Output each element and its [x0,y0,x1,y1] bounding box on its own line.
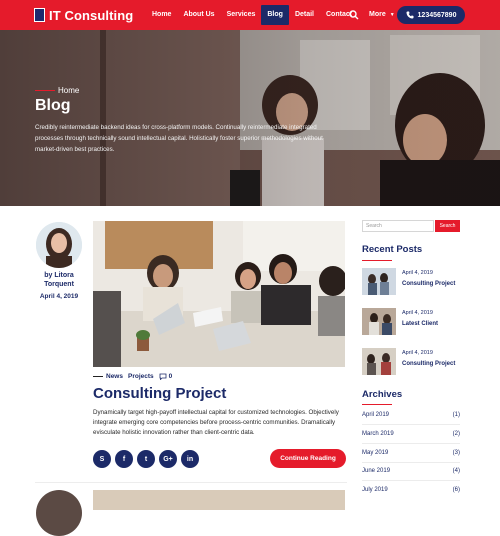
twitter-icon[interactable]: t [137,450,155,468]
skype-icon[interactable]: S [93,450,111,468]
recent-post-text: April 4, 2019 Consulting Project [402,268,455,295]
post-title[interactable]: Consulting Project [93,385,226,402]
archive-count: (2) [452,431,460,437]
recent-post-title[interactable]: Consulting Project [402,281,455,287]
post-image[interactable] [93,221,345,367]
post-divider [35,482,347,483]
chevron-down-icon: ▼ [389,12,395,18]
archive-item[interactable]: May 2019 (3) [362,450,460,456]
recent-post-date: April 4, 2019 [402,350,433,356]
archive-month[interactable]: April 2019 [362,412,389,418]
nav-services[interactable]: Services [221,0,262,30]
archive-count: (4) [452,468,460,474]
phone-icon [406,11,414,19]
hero-description: Credibly reintermediate backend ideas fo… [35,124,323,153]
continue-reading-button[interactable]: Continue Reading [270,449,346,468]
category-news[interactable]: News [106,373,123,380]
breadcrumb: Home [35,86,79,95]
breadcrumb-accent-line [35,90,55,91]
recent-post-item[interactable]: April 4, 2019 Consulting Project [362,348,455,375]
page-title: Blog [35,97,71,114]
recent-post-thumbnail [362,348,396,375]
archive-month[interactable]: March 2019 [362,431,394,437]
author-avatar [36,222,82,268]
archive-item[interactable]: July 2019 (6) [362,487,460,493]
category-projects[interactable]: Projects [128,373,154,380]
recent-post-date: April 4, 2019 [402,310,433,316]
nav-home[interactable]: Home [146,0,177,30]
archive-item[interactable]: March 2019 (2) [362,431,460,437]
recent-post-thumbnail [362,268,396,295]
search-icon[interactable] [349,10,359,20]
top-navbar: IT Consulting Home About Us Services Blo… [0,0,500,30]
archive-item[interactable]: June 2019 (4) [362,468,460,474]
facebook-icon[interactable]: f [115,450,133,468]
hero-overlay [0,30,500,206]
recent-post-title[interactable]: Consulting Project [402,361,455,367]
recent-posts-underline [362,260,392,261]
post-image[interactable] [93,490,345,510]
social-share: S f t G+ in [93,450,203,468]
post-meta: News Projects 0 [93,373,177,380]
comment-count[interactable]: 0 [169,373,173,380]
author-avatar [36,490,82,536]
archive-count: (1) [452,412,460,418]
phone-number: 1234567890 [417,11,457,19]
author-name[interactable]: by Litora Torquent [36,271,82,289]
recent-post-item[interactable]: April 4, 2019 Consulting Project [362,268,455,295]
post-date: April 4, 2019 [39,293,79,300]
recent-post-item[interactable]: April 4, 2019 Latest Client [362,308,438,335]
archive-divider [362,424,460,425]
recent-post-text: April 4, 2019 Consulting Project [402,348,455,375]
linkedin-icon[interactable]: in [181,450,199,468]
recent-post-text: April 4, 2019 Latest Client [402,308,438,335]
archive-month[interactable]: May 2019 [362,450,388,456]
brand-logo[interactable]: IT Consulting [34,8,133,23]
recent-post-date: April 4, 2019 [402,270,433,276]
post-excerpt: Dynamically target high-payoff intellect… [93,409,339,436]
archives-underline [362,404,392,405]
brand-name: IT Consulting [49,7,134,23]
phone-button[interactable]: 1234567890 [397,6,465,24]
breadcrumb-home[interactable]: Home [58,86,79,95]
author-photo [36,222,82,268]
recent-post-thumbnail [362,308,396,335]
hero-banner: Home Blog Credibly reintermediate backen… [0,30,500,206]
archive-month[interactable]: June 2019 [362,468,390,474]
more-label: More [369,11,386,18]
meeting-photo [93,221,345,367]
sidebar-search-input[interactable]: Search [362,220,434,232]
archive-divider [362,480,460,481]
archive-count: (3) [452,450,460,456]
sidebar-search-button[interactable]: Search [435,220,460,232]
recent-posts-heading: Recent Posts [362,244,423,255]
archive-item[interactable]: April 2019 (1) [362,412,460,418]
meta-accent-line [93,376,103,377]
nav-about-us[interactable]: About Us [177,0,220,30]
nav-detail[interactable]: Detail [289,0,320,30]
google-plus-icon[interactable]: G+ [159,450,177,468]
more-menu[interactable]: More ▼ [369,0,395,30]
comment-icon [159,373,167,380]
archive-divider [362,462,460,463]
recent-post-title[interactable]: Latest Client [402,321,438,327]
archive-count: (6) [452,487,460,493]
archives-heading: Archives [362,389,403,400]
main-menu: Home About Us Services Blog Detail Conta… [146,0,358,30]
brand-logo-mark [34,8,45,22]
nav-blog[interactable]: Blog [261,5,289,25]
archive-month[interactable]: July 2019 [362,487,388,493]
archive-divider [362,443,460,444]
